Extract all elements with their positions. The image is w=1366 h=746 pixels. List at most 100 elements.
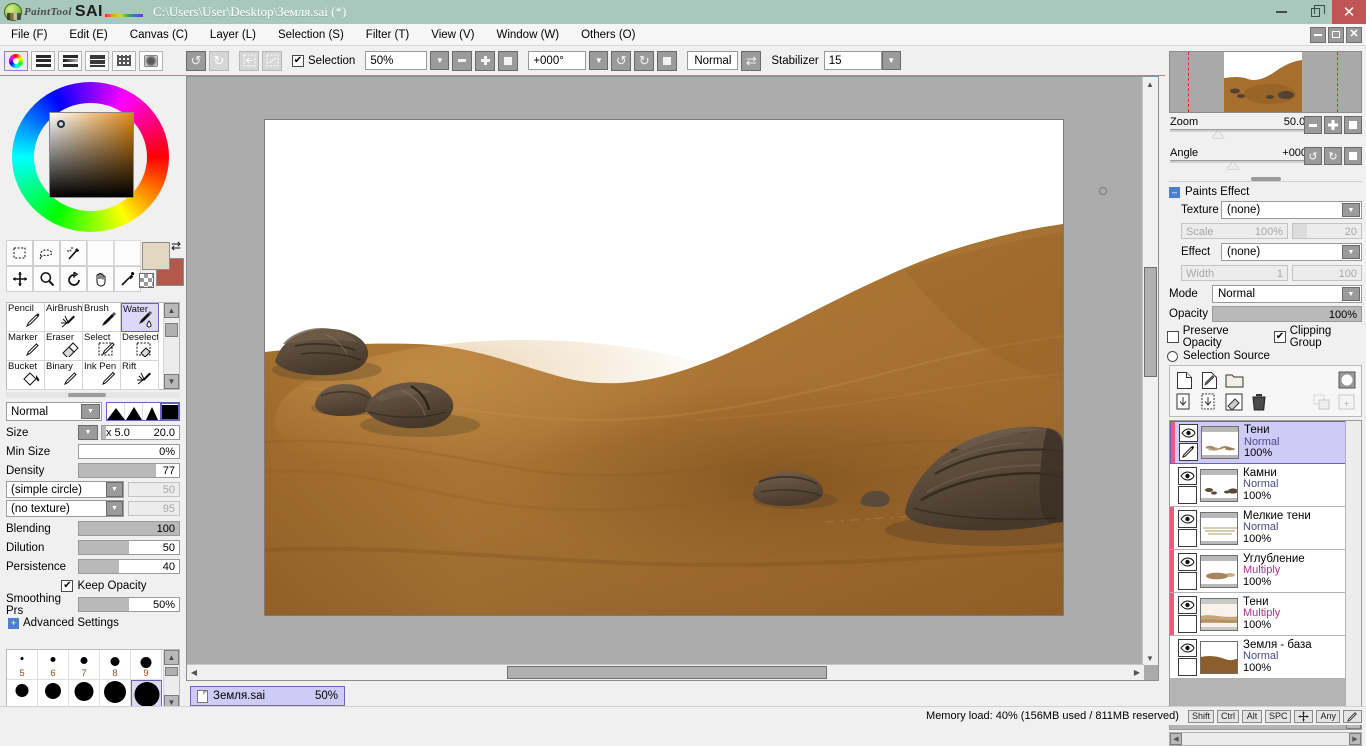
preset-scroll-thumb[interactable] [165, 667, 178, 676]
canvas-vscroll-thumb[interactable] [1144, 267, 1157, 377]
selection-checkbox[interactable]: ✔ [292, 55, 304, 67]
selection-shrink-button[interactable] [239, 51, 259, 71]
rotate-reset-button[interactable] [657, 51, 677, 71]
saturation-value-square[interactable] [49, 112, 134, 198]
dilution-slider[interactable]: 50 [78, 540, 180, 555]
brush-pencil[interactable]: Pencil [7, 303, 45, 332]
size-preset-5[interactable]: 5 [7, 650, 38, 680]
canvas-horizontal-scrollbar[interactable]: ◀ ▶ [187, 664, 1144, 680]
tab-rgb-sliders[interactable] [31, 51, 55, 71]
tab-gradient-blob[interactable] [139, 51, 163, 71]
layer-visibility-toggle[interactable] [1179, 424, 1198, 442]
preserve-opacity-toggle[interactable]: Preserve Opacity [1167, 325, 1268, 349]
tab-color-wheel[interactable] [4, 51, 28, 71]
preset-scroll-up-button[interactable]: ▲ [164, 650, 179, 665]
menu-filter[interactable]: Filter (T) [355, 26, 420, 44]
menu-selection[interactable]: Selection (S) [267, 26, 355, 44]
size-preset-7[interactable]: 7 [69, 650, 100, 680]
magic-wand-icon[interactable] [60, 240, 87, 266]
stabilizer-dropdown-button[interactable]: ▼ [882, 51, 901, 70]
layer-select-toggle[interactable] [1178, 658, 1197, 676]
tab-hsv-sliders[interactable] [58, 51, 82, 71]
menu-view[interactable]: View (V) [420, 26, 485, 44]
navigator-preview[interactable] [1169, 51, 1362, 113]
new-folder-button[interactable] [1224, 370, 1244, 390]
brush-list-hscrollbar[interactable] [6, 392, 180, 398]
layer-hscroll-right-arrow-icon[interactable]: ▶ [1349, 733, 1361, 745]
brush-shape-amount-slider[interactable]: 50 [128, 482, 180, 497]
swap-colors-icon[interactable]: ⇄ [171, 240, 181, 252]
layer-list[interactable]: Тени Normal 100% Камни Normal 100% [1169, 420, 1362, 730]
sv-marker[interactable] [57, 120, 65, 128]
layer-visibility-toggle[interactable] [1178, 467, 1197, 485]
layer-row[interactable]: Камни Normal 100% [1170, 464, 1361, 507]
zoom-value-field[interactable]: 50% [365, 51, 427, 70]
brush-deselect[interactable]: Deselect [121, 332, 159, 361]
minimize-button[interactable] [1264, 0, 1298, 24]
blending-slider[interactable]: 100 [78, 521, 180, 536]
size-slider[interactable]: x 5.0 20.0 [101, 425, 180, 440]
brush-bucket[interactable]: Bucket [7, 361, 45, 390]
brush-blend-mode-combo[interactable]: Normal ▼ [6, 402, 102, 421]
rotate-icon[interactable] [60, 266, 87, 292]
new-linework-layer-button[interactable] [1199, 370, 1219, 390]
layer-mask-button[interactable] [1337, 370, 1357, 390]
navigator-zoom-out-button[interactable] [1304, 116, 1322, 134]
menu-window[interactable]: Window (W) [485, 26, 570, 44]
navigator-rotate-ccw-button[interactable]: ↺ [1304, 147, 1322, 165]
zoom-icon[interactable] [33, 266, 60, 292]
canvas-vertical-scrollbar[interactable]: ▲ ▼ [1142, 77, 1158, 665]
texture-combo[interactable]: (none) ▼ [1221, 201, 1362, 219]
brush-scroll-up-button[interactable]: ▲ [164, 303, 179, 318]
selection-source-toggle[interactable]: Selection Source [1167, 350, 1364, 362]
layer-row[interactable]: Углубление Multiply 100% [1170, 550, 1361, 593]
paints-effect-section-toggle[interactable]: – Paints Effect [1169, 186, 1366, 198]
selection-toggle[interactable]: ✔ Selection [292, 55, 355, 67]
tab-swatch-grid[interactable] [112, 51, 136, 71]
scroll-up-arrow-icon[interactable]: ▲ [1143, 77, 1157, 91]
clear-layer-button[interactable] [1224, 392, 1244, 412]
chevron-down-icon[interactable]: ▼ [106, 501, 123, 516]
layer-hscroll-left-arrow-icon[interactable]: ◀ [1170, 733, 1182, 745]
clipping-group-toggle[interactable]: ✔ Clipping Group [1274, 325, 1364, 349]
hand-icon[interactable] [87, 266, 114, 292]
keep-opacity-toggle[interactable]: ✔ Keep Opacity [61, 580, 146, 592]
menu-file[interactable]: File (F) [0, 26, 58, 44]
chevron-down-icon[interactable]: ▼ [1342, 245, 1360, 259]
brush-hscroll-thumb[interactable] [68, 393, 106, 397]
brush-inkpen[interactable]: Ink Pen [83, 361, 121, 390]
layer-row[interactable]: Мелкие тени Normal 100% [1170, 507, 1361, 550]
layer-select-toggle[interactable] [1178, 486, 1197, 504]
advanced-settings-toggle[interactable]: + Advanced Settings [6, 617, 180, 629]
scroll-right-arrow-icon[interactable]: ▶ [1130, 665, 1144, 679]
doc-minimize-button[interactable] [1310, 27, 1326, 43]
brush-scroll-thumb[interactable] [165, 323, 178, 337]
copy-layer-button[interactable] [1174, 392, 1194, 412]
move-icon[interactable] [6, 266, 33, 292]
brush-select[interactable]: Select [83, 332, 121, 361]
layer-row[interactable]: Земля - база Normal 100% [1170, 636, 1361, 679]
layer-selected-pen-toggle[interactable] [1179, 443, 1198, 461]
navigator-zoom-fit-button[interactable] [1344, 116, 1362, 134]
size-preset-6[interactable]: 6 [38, 650, 69, 680]
blank-tool-slot-1[interactable] [87, 240, 114, 266]
edge-shape-solid[interactable] [161, 403, 179, 420]
angle-dropdown-button[interactable]: ▼ [589, 51, 608, 70]
persistence-slider[interactable]: 40 [78, 559, 180, 574]
layer-row[interactable]: Тени Normal 100% [1170, 421, 1361, 464]
merge-selected-button[interactable] [1312, 392, 1332, 412]
transparency-swatch[interactable] [139, 273, 154, 288]
keep-opacity-checkbox[interactable]: ✔ [61, 580, 73, 592]
navigator-angle-track[interactable] [1170, 160, 1318, 163]
zoom-out-button[interactable] [452, 51, 472, 71]
chevron-down-icon[interactable]: ▼ [81, 404, 100, 419]
zoom-reset-button[interactable] [498, 51, 518, 71]
layer-visibility-toggle[interactable] [1178, 510, 1197, 528]
restore-button[interactable] [1298, 0, 1332, 24]
zoom-in-button[interactable] [475, 51, 495, 71]
rotate-ccw-button[interactable]: ↺ [611, 51, 631, 71]
artboard[interactable] [265, 120, 1063, 615]
brush-airbrush[interactable]: AirBrush [45, 303, 83, 332]
brush-water[interactable]: Water [121, 303, 159, 332]
edge-shape-hard[interactable] [143, 403, 161, 420]
